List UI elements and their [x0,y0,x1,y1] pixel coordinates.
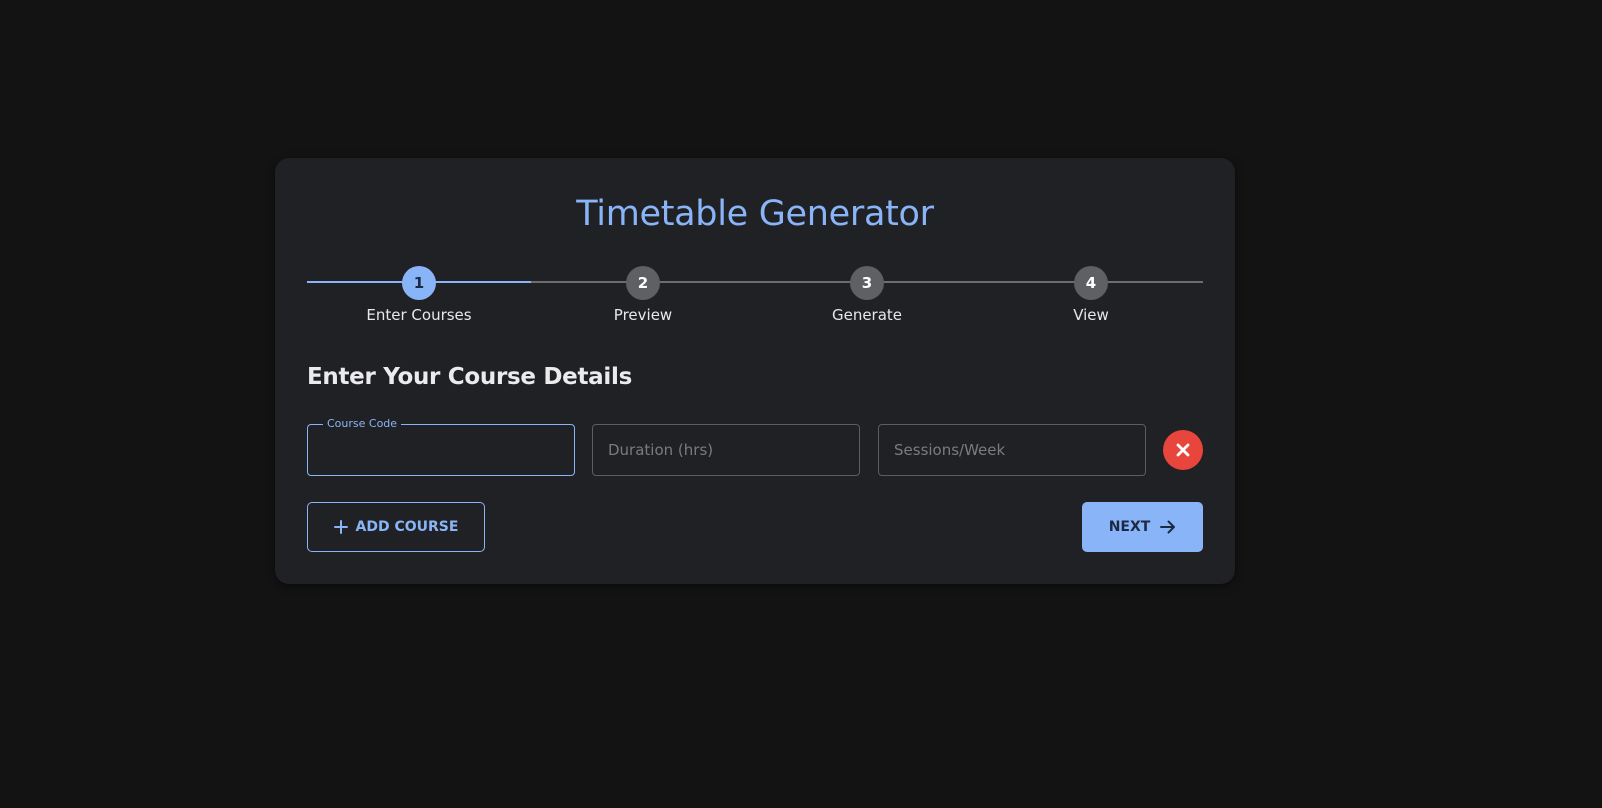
step-label: Preview [613,306,673,324]
section-title: Enter Your Course Details [307,364,632,390]
remove-course-button[interactable] [1163,430,1203,470]
stepper: 1 Enter Courses 2 Preview 3 Generate 4 V… [307,266,1203,336]
step-preview[interactable]: 2 Preview [531,266,755,336]
add-course-label: ADD COURSE [355,519,459,535]
step-label: Generate [831,306,903,324]
add-course-button[interactable]: ADD COURSE [307,502,485,552]
plus-icon [333,520,348,534]
next-label: NEXT [1108,519,1151,535]
course-code-field: Course Code [307,417,575,476]
course-code-input[interactable] [308,425,574,475]
step-enter-courses[interactable]: 1 Enter Courses [307,266,531,336]
timetable-card: Timetable Generator 1 Enter Courses 2 Pr… [275,158,1235,584]
close-icon [1175,442,1191,458]
step-generate[interactable]: 3 Generate [755,266,979,336]
duration-field [592,424,860,476]
step-view[interactable]: 4 View [979,266,1203,336]
next-button[interactable]: NEXT [1082,502,1203,552]
step-number-badge: 1 [402,266,436,300]
duration-input[interactable] [593,425,859,475]
sessions-field [878,424,1146,476]
step-number-badge: 3 [850,266,884,300]
arrow-right-icon [1160,520,1176,534]
sessions-per-week-input[interactable] [879,425,1145,475]
step-label: Enter Courses [366,306,472,324]
page-title: Timetable Generator [576,194,934,234]
step-number-badge: 4 [1074,266,1108,300]
course-code-label: Course Code [323,417,402,431]
step-label: View [1073,306,1109,324]
step-number-badge: 2 [626,266,660,300]
